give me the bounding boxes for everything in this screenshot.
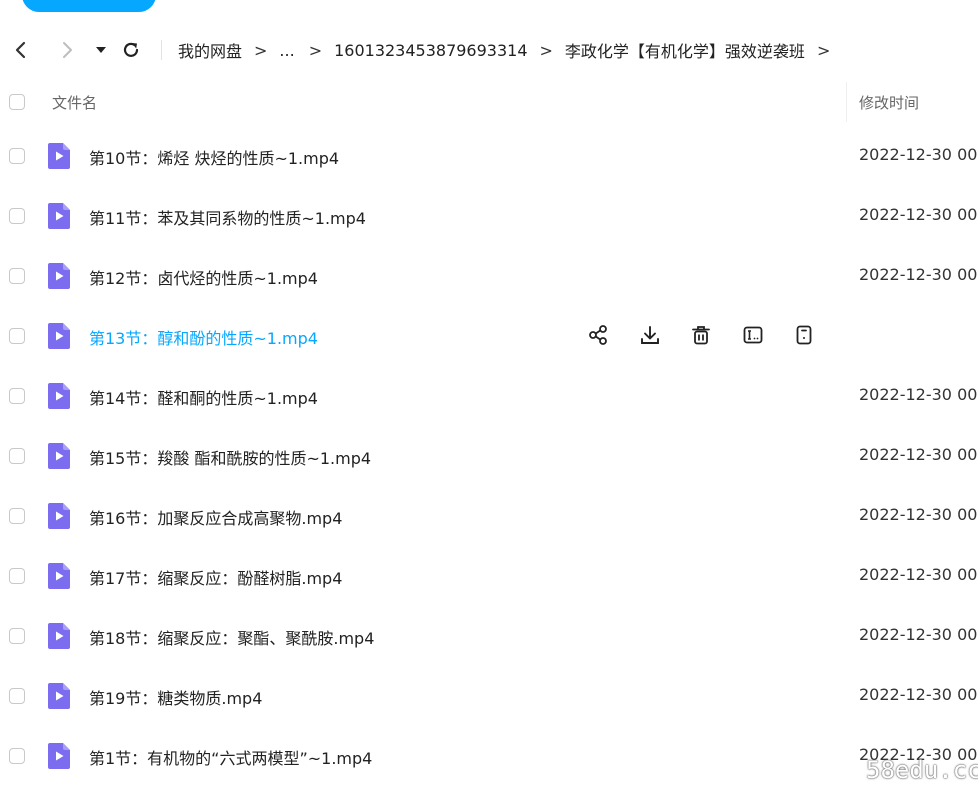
file-modified-time: 2022-12-30 00 [859,385,978,404]
chevron-left-icon [15,41,26,59]
chevron-right-icon [63,42,72,58]
navigation-bar: 我的网盘 > ... > 1601323453879693314 > 李政化学【… [0,30,978,70]
file-name[interactable]: 第1节：有机物的“六式两模型”~1.mp4 [89,745,372,769]
column-header-modified[interactable]: 修改时间 [859,92,919,113]
file-modified-time: 2022-12-30 00 [859,205,978,224]
file-name[interactable]: 第14节：醛和酮的性质~1.mp4 [89,385,318,409]
file-list-header: 文件名 修改时间 [0,82,978,122]
column-divider[interactable] [846,82,847,122]
more-button[interactable] [791,324,817,350]
video-file-icon [46,442,72,470]
file-name[interactable]: 第10节：烯烃 炔烃的性质~1.mp4 [89,145,339,169]
history-dropdown-button[interactable] [88,37,114,63]
breadcrumb-course-folder[interactable]: 李政化学【有机化学】强效逆袭班 [565,38,805,62]
video-file-icon [46,322,72,350]
file-name[interactable]: 第11节：苯及其同系物的性质~1.mp4 [89,205,366,229]
upload-button[interactable] [22,0,156,12]
delete-icon [690,324,712,350]
breadcrumb-separator: > [816,40,831,60]
column-header-name[interactable]: 文件名 [52,92,97,113]
file-name[interactable]: 第18节：缩聚反应：聚酯、聚酰胺.mp4 [89,625,374,649]
file-row[interactable]: 第14节：醛和酮的性质~1.mp4 2022-12-30 00 [0,366,978,426]
row-checkbox[interactable] [9,568,25,584]
refresh-icon [123,42,139,57]
video-file-icon [46,682,72,710]
row-checkbox[interactable] [9,388,25,404]
breadcrumb: 我的网盘 > ... > 1601323453879693314 > 李政化学【… [178,30,842,70]
row-checkbox[interactable] [9,508,25,524]
nav-divider [161,40,162,60]
file-row[interactable]: 第18节：缩聚反应：聚酯、聚酰胺.mp4 2022-12-30 00 [0,606,978,666]
file-row[interactable]: 第19节：糖类物质.mp4 2022-12-30 00 [0,666,978,726]
video-file-icon [46,622,72,650]
video-file-icon [46,202,72,230]
more-icon [793,324,815,350]
breadcrumb-ellipsis[interactable]: ... [279,41,294,60]
download-button[interactable] [637,324,663,350]
watermark: 58edu.cc [866,756,978,784]
file-modified-time: 2022-12-30 00 [859,505,978,524]
breadcrumb-folder-id[interactable]: 1601323453879693314 [334,41,527,60]
row-checkbox[interactable] [9,268,25,284]
row-checkbox[interactable] [9,688,25,704]
video-file-icon [46,142,72,170]
file-row[interactable]: 第17节：缩聚反应：酚醛树脂.mp4 2022-12-30 00 [0,546,978,606]
row-actions [585,324,843,350]
file-modified-time: 2022-12-30 00 [859,565,978,584]
file-name[interactable]: 第12节：卤代烃的性质~1.mp4 [89,265,318,289]
delete-button[interactable] [688,324,714,350]
file-name[interactable]: 第15节：羧酸 酯和酰胺的性质~1.mp4 [89,445,371,469]
caret-down-icon [96,47,106,53]
video-file-icon [46,562,72,590]
row-checkbox[interactable] [9,148,25,164]
file-row[interactable]: 第11节：苯及其同系物的性质~1.mp4 2022-12-30 00 [0,186,978,246]
file-row[interactable]: 第15节：羧酸 酯和酰胺的性质~1.mp4 2022-12-30 00 [0,426,978,486]
video-file-icon [46,502,72,530]
file-modified-time: 2022-12-30 00 [859,265,978,284]
rename-icon [742,324,764,350]
file-row[interactable]: 第1节：有机物的“六式两模型”~1.mp4 2022-12-30 00 [0,726,978,786]
forward-button[interactable] [54,37,80,63]
breadcrumb-separator: > [254,40,268,60]
file-name[interactable]: 第16节：加聚反应合成高聚物.mp4 [89,505,342,529]
file-modified-time: 2022-12-30 00 [859,445,978,464]
file-modified-time: 2022-12-30 00 [859,145,978,164]
share-icon [587,324,609,350]
file-modified-time: 2022-12-30 00 [859,685,978,704]
refresh-button[interactable] [118,37,144,63]
file-name[interactable]: 第17节：缩聚反应：酚醛树脂.mp4 [89,565,342,589]
download-icon [639,324,661,350]
file-name[interactable]: 第19节：糖类物质.mp4 [89,685,262,709]
share-button[interactable] [585,324,611,350]
row-checkbox[interactable] [9,448,25,464]
video-file-icon [46,262,72,290]
file-list: 第10节：烯烃 炔烃的性质~1.mp4 2022-12-30 00 第11节：苯及其… [0,126,978,786]
file-row[interactable]: 第10节：烯烃 炔烃的性质~1.mp4 2022-12-30 00 [0,126,978,186]
back-button[interactable] [8,37,34,63]
file-name[interactable]: 第13节：醇和酚的性质~1.mp4 [89,325,318,349]
row-checkbox[interactable] [9,628,25,644]
row-checkbox[interactable] [9,328,25,344]
row-checkbox[interactable] [9,208,25,224]
video-file-icon [46,382,72,410]
rename-button[interactable] [740,324,766,350]
breadcrumb-my-drive[interactable]: 我的网盘 [178,38,242,62]
file-row[interactable]: 第12节：卤代烃的性质~1.mp4 2022-12-30 00 [0,246,978,306]
file-row[interactable]: 第13节：醇和酚的性质~1.mp4 [0,306,978,366]
breadcrumb-separator: > [539,40,553,60]
breadcrumb-separator: > [308,40,323,60]
select-all-checkbox[interactable] [9,94,25,110]
row-checkbox[interactable] [9,748,25,764]
video-file-icon [46,742,72,770]
file-row[interactable]: 第16节：加聚反应合成高聚物.mp4 2022-12-30 00 [0,486,978,546]
file-modified-time: 2022-12-30 00 [859,625,978,644]
